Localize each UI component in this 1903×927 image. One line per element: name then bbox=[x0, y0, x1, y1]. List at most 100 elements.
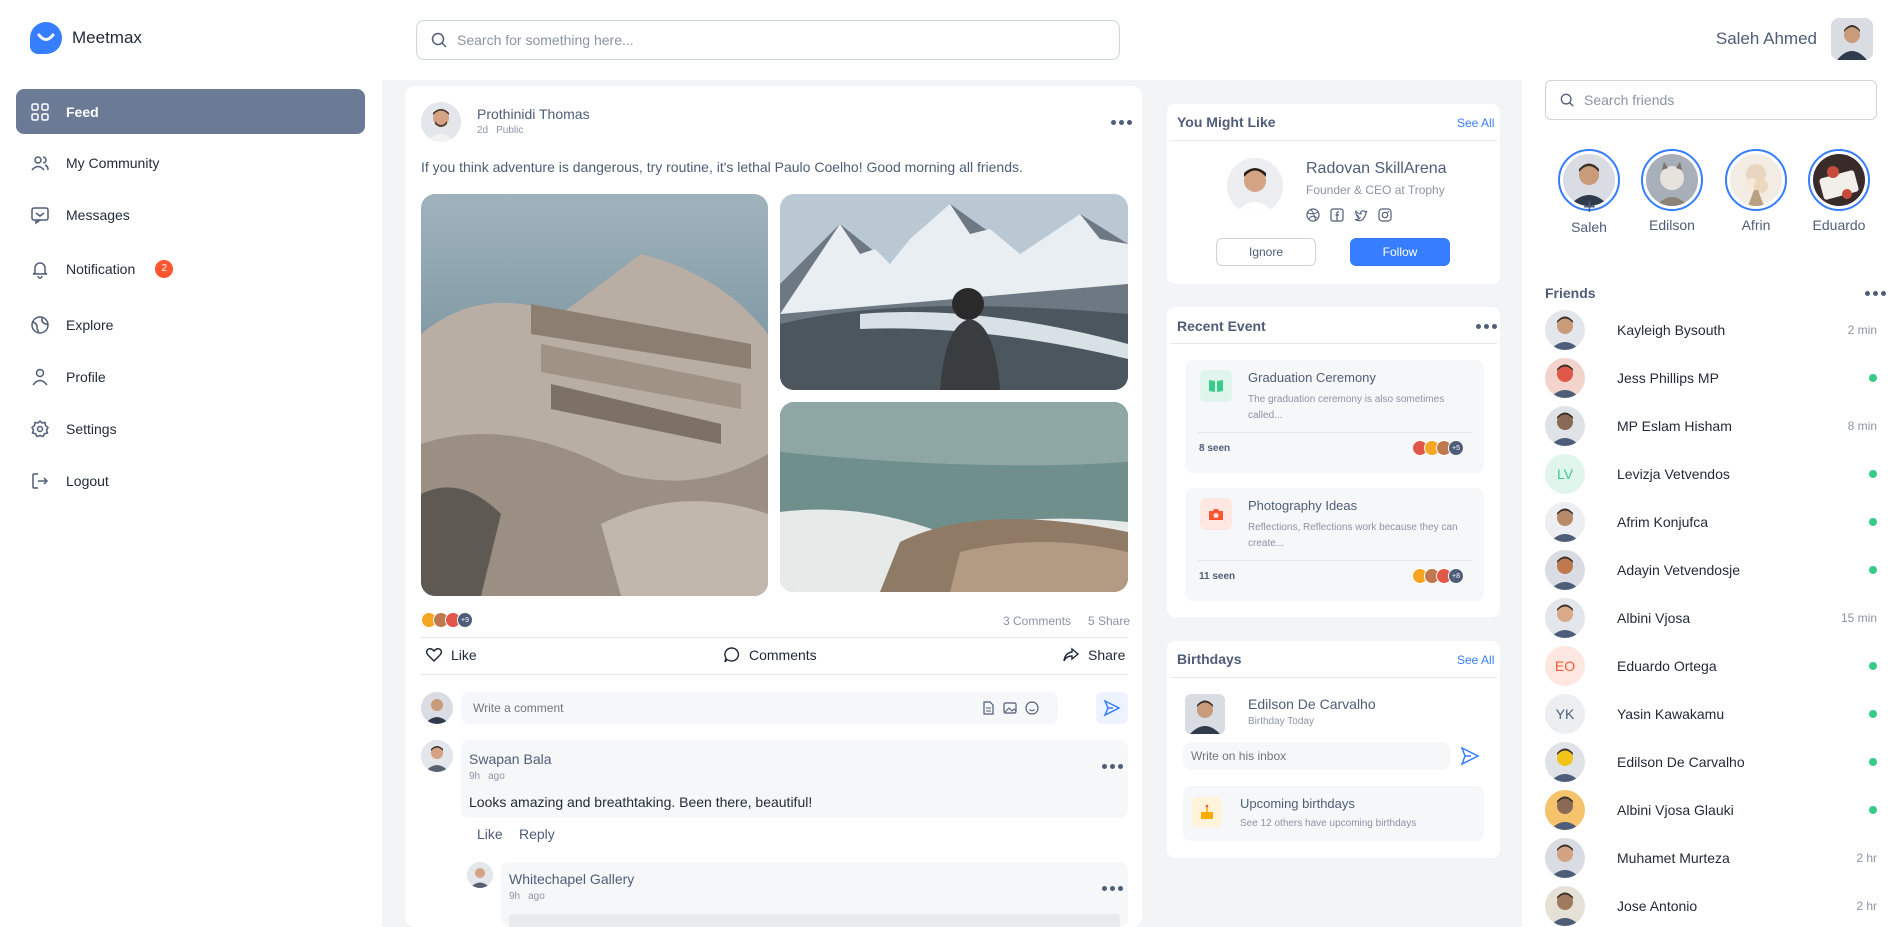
birthday-inbox-input[interactable] bbox=[1183, 742, 1450, 770]
friend-row[interactable]: Albini Vjosa Glauki bbox=[1545, 786, 1877, 834]
post-photo-mountains[interactable] bbox=[780, 194, 1128, 390]
event-desc: Reflections, Reflections work because th… bbox=[1248, 522, 1458, 549]
online-status-dot bbox=[1869, 566, 1877, 574]
friend-row[interactable]: Albini Vjosa 15 min bbox=[1545, 594, 1877, 642]
comment-author-avatar[interactable] bbox=[421, 740, 453, 772]
sidebar-item-profile[interactable]: Profile bbox=[16, 354, 365, 399]
send-icon bbox=[1103, 699, 1121, 717]
add-story-icon[interactable]: + bbox=[1583, 196, 1596, 218]
post-author-avatar[interactable] bbox=[421, 102, 461, 142]
suggested-user-name[interactable]: Radovan SkillArena bbox=[1306, 160, 1447, 178]
share-button[interactable]: Share bbox=[1062, 646, 1125, 664]
friend-row[interactable]: Adayin Vetvendosje bbox=[1545, 546, 1877, 594]
post-visibility: Public bbox=[496, 125, 524, 136]
sidebar-item-my-community[interactable]: My Community bbox=[16, 140, 365, 185]
sidebar-item-feed[interactable]: Feed bbox=[16, 89, 365, 134]
event-seen: 8 seen bbox=[1199, 443, 1231, 454]
post-more-icon[interactable] bbox=[1111, 120, 1132, 125]
comment-field[interactable] bbox=[473, 701, 973, 715]
search-input[interactable] bbox=[457, 32, 1097, 48]
dribbble-icon[interactable] bbox=[1306, 208, 1320, 222]
friend-row[interactable]: Jose Antonio 2 hr bbox=[1545, 882, 1877, 927]
follow-button[interactable]: Follow bbox=[1350, 238, 1450, 266]
story-item[interactable]: Saleh bbox=[1558, 149, 1620, 235]
sidebar-item-messages[interactable]: Messages bbox=[16, 192, 365, 237]
divider bbox=[1170, 140, 1497, 141]
post-author-name[interactable]: Prothinidi Thomas bbox=[477, 106, 590, 122]
post-meta: 2d Public bbox=[477, 125, 523, 136]
post-comments-count[interactable]: 3 Comments bbox=[1003, 614, 1071, 628]
emoji-icon[interactable] bbox=[1025, 701, 1039, 715]
bell-icon bbox=[32, 261, 48, 279]
story-item[interactable]: Eduardo bbox=[1808, 149, 1870, 233]
image-icon[interactable] bbox=[1003, 701, 1017, 715]
friend-row[interactable]: YK Yasin Kawakamu bbox=[1545, 690, 1877, 738]
story-item[interactable]: Afrin bbox=[1725, 149, 1787, 233]
event-title[interactable]: Photography Ideas bbox=[1248, 498, 1357, 513]
birthday-send-button[interactable] bbox=[1460, 746, 1480, 766]
story-name: Afrin bbox=[1741, 217, 1771, 233]
like-button[interactable]: Like bbox=[425, 646, 477, 664]
event-viewers: +5 bbox=[1412, 440, 1464, 456]
event-title[interactable]: Graduation Ceremony bbox=[1248, 370, 1376, 385]
friend-last-active: 15 min bbox=[1840, 611, 1877, 625]
online-status-dot bbox=[1869, 806, 1877, 814]
twitter-icon[interactable] bbox=[1354, 208, 1368, 222]
friend-row[interactable]: Muhamet Murteza 2 hr bbox=[1545, 834, 1877, 882]
sidebar-item-explore[interactable]: Explore bbox=[16, 302, 365, 347]
upcoming-birthdays-card[interactable] bbox=[1183, 786, 1484, 841]
post-share-count[interactable]: 5 Share bbox=[1088, 614, 1130, 628]
reply-author-name[interactable]: Whitechapel Gallery bbox=[509, 871, 634, 887]
recent-event-more-icon[interactable] bbox=[1476, 324, 1497, 329]
story-item[interactable]: Edilson bbox=[1641, 149, 1703, 233]
friends-search[interactable] bbox=[1545, 80, 1877, 120]
sidebar-item-notification[interactable]: Notification 2 bbox=[16, 246, 365, 291]
divider bbox=[1198, 432, 1472, 433]
comments-button[interactable]: Comments bbox=[723, 646, 817, 664]
friend-avatar bbox=[1545, 838, 1585, 878]
reply-more-icon[interactable] bbox=[1102, 886, 1123, 891]
heart-icon bbox=[425, 648, 443, 662]
comment-like-link[interactable]: Like bbox=[477, 826, 503, 842]
post-photo-coast[interactable] bbox=[780, 402, 1128, 592]
friend-name: Levizja Vetvendos bbox=[1617, 466, 1730, 482]
file-icon[interactable] bbox=[981, 701, 995, 715]
sidebar-item-logout[interactable]: Logout bbox=[16, 458, 365, 503]
suggested-user-avatar[interactable] bbox=[1227, 158, 1283, 214]
facebook-icon[interactable] bbox=[1330, 208, 1344, 222]
story-avatar bbox=[1725, 149, 1787, 211]
comment-author-name[interactable]: Swapan Bala bbox=[469, 751, 552, 767]
birthday-inbox-field[interactable] bbox=[1191, 749, 1441, 763]
global-search[interactable] bbox=[416, 20, 1120, 60]
user-menu[interactable]: Saleh Ahmed bbox=[1716, 18, 1873, 60]
user-avatar[interactable] bbox=[1831, 18, 1873, 60]
friends-search-input[interactable] bbox=[1584, 92, 1864, 108]
reply-author-avatar[interactable] bbox=[467, 862, 493, 888]
comment-input[interactable] bbox=[461, 692, 1058, 724]
post-photo-rocks[interactable] bbox=[421, 194, 768, 596]
friend-row[interactable]: Edilson De Carvalho bbox=[1545, 738, 1877, 786]
globe-icon bbox=[31, 315, 49, 334]
friend-row[interactable]: LV Levizja Vetvendos bbox=[1545, 450, 1877, 498]
birthdays-see-all[interactable]: See All bbox=[1457, 653, 1494, 667]
instagram-icon[interactable] bbox=[1378, 208, 1392, 222]
you-might-like-see-all[interactable]: See All bbox=[1457, 116, 1494, 130]
friend-row[interactable]: Jess Phillips MP bbox=[1545, 354, 1877, 402]
comment-more-icon[interactable] bbox=[1102, 764, 1123, 769]
friend-row[interactable]: Afrim Konjufca bbox=[1545, 498, 1877, 546]
notification-count-badge: 2 bbox=[155, 259, 174, 278]
app-logo[interactable]: Meetmax bbox=[30, 22, 142, 54]
friends-more-icon[interactable] bbox=[1865, 291, 1886, 296]
friend-avatar: YK bbox=[1545, 694, 1585, 734]
sidebar-item-settings[interactable]: Settings bbox=[16, 406, 365, 451]
birthdays-title: Birthdays bbox=[1177, 651, 1242, 667]
birthday-user-name[interactable]: Edilson De Carvalho bbox=[1248, 696, 1376, 712]
birthday-user-avatar[interactable] bbox=[1185, 694, 1225, 734]
friend-row[interactable]: MP Eslam Hisham 8 min bbox=[1545, 402, 1877, 450]
friend-row[interactable]: EO Eduardo Ortega bbox=[1545, 642, 1877, 690]
ignore-button[interactable]: Ignore bbox=[1216, 238, 1316, 266]
send-comment-button[interactable] bbox=[1096, 692, 1128, 724]
friend-row[interactable]: Kayleigh Bysouth 2 min bbox=[1545, 306, 1877, 354]
post-likers[interactable]: +9 bbox=[421, 612, 473, 628]
comment-reply-link[interactable]: Reply bbox=[519, 826, 555, 842]
